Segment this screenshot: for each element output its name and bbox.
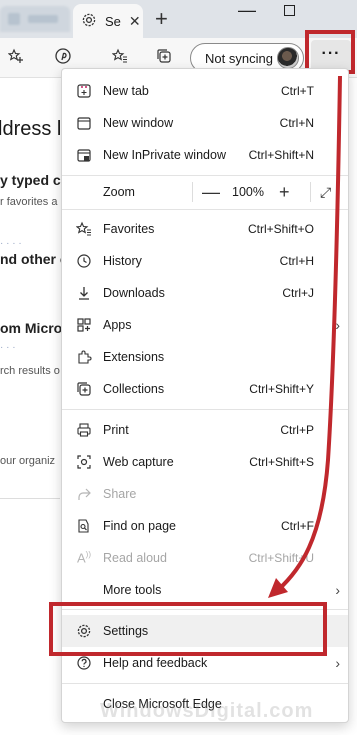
sync-label: Not syncing bbox=[205, 50, 273, 66]
inprivate-icon bbox=[75, 146, 93, 164]
menu-item-collections[interactable]: Collections Ctrl+Shift+Y bbox=[62, 373, 348, 405]
zoom-level: 100% bbox=[232, 185, 264, 199]
read-aloud-icon: A)) bbox=[77, 550, 91, 566]
watermark: WindowsDigital.com bbox=[100, 700, 314, 722]
pinterest-icon[interactable] bbox=[53, 48, 73, 68]
menu-item-share[interactable]: Share bbox=[62, 478, 348, 510]
tab-title: Se bbox=[105, 13, 121, 29]
help-icon bbox=[75, 654, 93, 672]
menu-shortcut: Ctrl+Shift+N bbox=[248, 148, 314, 162]
menu-item-favorites[interactable]: Favorites Ctrl+Shift+O bbox=[62, 213, 348, 245]
menu-shortcut: Ctrl+H bbox=[279, 254, 314, 268]
bg-line-6: our organiz bbox=[0, 455, 56, 467]
bg-heading: ldress l bbox=[0, 118, 62, 140]
menu-item-extensions[interactable]: Extensions bbox=[62, 341, 348, 373]
menu-label: Collections bbox=[103, 382, 165, 396]
share-icon bbox=[75, 485, 93, 503]
bg-faint-2: · · · bbox=[0, 342, 16, 353]
menu-shortcut: Ctrl+P bbox=[280, 423, 314, 437]
gear-icon bbox=[81, 12, 97, 31]
minimize-icon[interactable]: — bbox=[238, 0, 256, 21]
downloads-icon bbox=[75, 284, 93, 302]
menu-label: Help and feedback bbox=[103, 656, 208, 670]
bg-line-3: nd other c bbox=[0, 251, 68, 267]
menu-label: Zoom bbox=[103, 185, 135, 199]
favorites-icon bbox=[75, 220, 93, 238]
menu-shortcut: Ctrl+Shift+Y bbox=[249, 382, 314, 396]
menu-item-new-window[interactable]: New window Ctrl+N bbox=[62, 107, 348, 139]
menu-label: New window bbox=[103, 116, 174, 130]
chevron-right-icon: › bbox=[335, 582, 340, 598]
menu-item-new-inprivate-window[interactable]: New InPrivate window Ctrl+Shift+N bbox=[62, 139, 348, 171]
menu-shortcut: Ctrl+Shift+U bbox=[248, 551, 314, 565]
bg-line-2: r favorites a bbox=[0, 196, 58, 208]
menu-label: Apps bbox=[103, 318, 132, 332]
new-tab-plus-icon[interactable]: + bbox=[155, 8, 168, 30]
menu-label: History bbox=[103, 254, 142, 268]
menu-shortcut: Ctrl+T bbox=[281, 84, 314, 98]
menu-label: More tools bbox=[103, 583, 162, 597]
history-icon bbox=[75, 252, 93, 270]
menu-shortcut: Ctrl+F bbox=[281, 519, 314, 533]
new-window-icon bbox=[75, 114, 93, 132]
menu-label: Web capture bbox=[103, 455, 174, 469]
menu-shortcut: Ctrl+Shift+O bbox=[247, 222, 314, 236]
menu-divider bbox=[62, 409, 348, 410]
menu-item-new-tab[interactable]: New tab Ctrl+T bbox=[62, 75, 348, 107]
zoom-out-button[interactable]: — bbox=[202, 182, 220, 203]
fullscreen-icon[interactable]: ⤢ bbox=[320, 184, 331, 201]
collections-icon bbox=[75, 380, 93, 398]
apps-icon bbox=[75, 316, 93, 334]
bg-line-1: y typed ch bbox=[0, 172, 70, 188]
menu-shortcut: Ctrl+Shift+S bbox=[249, 455, 314, 469]
menu-item-print[interactable]: Print Ctrl+P bbox=[62, 414, 348, 446]
blurred-tab[interactable] bbox=[0, 6, 70, 32]
collections-icon[interactable] bbox=[154, 48, 174, 68]
menu-label: Extensions bbox=[103, 350, 165, 364]
menu-shortcut: Ctrl+J bbox=[282, 286, 314, 300]
menu-item-read-aloud[interactable]: A)) Read aloud Ctrl+Shift+U bbox=[62, 542, 348, 574]
menu-label: Read aloud bbox=[103, 551, 167, 565]
menu-label: Share bbox=[103, 487, 137, 501]
menu-item-history[interactable]: History Ctrl+H bbox=[62, 245, 348, 277]
favicon-icon bbox=[8, 13, 20, 25]
menu-label: Print bbox=[103, 423, 129, 437]
menu-item-downloads[interactable]: Downloads Ctrl+J bbox=[62, 277, 348, 309]
web-capture-icon bbox=[75, 453, 93, 471]
favorites-star-icon[interactable] bbox=[110, 48, 130, 68]
menu-item-apps[interactable]: Apps › bbox=[62, 309, 348, 341]
title-bar: Se ✕ + — bbox=[0, 0, 357, 38]
avatar bbox=[277, 47, 299, 69]
menu-label: Downloads bbox=[103, 286, 165, 300]
menu-divider bbox=[62, 683, 348, 684]
print-icon bbox=[75, 421, 93, 439]
menu-divider bbox=[62, 209, 348, 210]
bg-line-4: om Micro bbox=[0, 320, 63, 336]
menu-label: Favorites bbox=[103, 222, 155, 236]
chevron-right-icon: › bbox=[335, 655, 340, 671]
find-icon bbox=[75, 517, 93, 535]
bg-faint-1: · · · · bbox=[0, 238, 22, 249]
add-to-favorites-icon[interactable] bbox=[6, 48, 26, 68]
zoom-divider bbox=[310, 182, 311, 202]
bg-line-5: rch results o bbox=[0, 365, 60, 377]
new-tab-icon bbox=[75, 82, 93, 100]
chevron-right-icon: › bbox=[335, 317, 340, 333]
menu-label: New InPrivate window bbox=[103, 148, 226, 162]
menu-label: Find on page bbox=[103, 519, 176, 533]
bg-divider bbox=[0, 498, 60, 499]
active-tab[interactable]: Se ✕ bbox=[73, 4, 143, 38]
menu-label: New tab bbox=[103, 84, 149, 98]
menu-shortcut: Ctrl+N bbox=[279, 116, 314, 130]
blurred-tab-title bbox=[28, 15, 58, 23]
zoom-divider bbox=[192, 182, 193, 202]
settings-highlight-box bbox=[49, 602, 327, 656]
menu-item-find-on-page[interactable]: Find on page Ctrl+F bbox=[62, 510, 348, 542]
close-tab-icon[interactable]: ✕ bbox=[129, 13, 141, 30]
extensions-icon bbox=[75, 348, 93, 366]
zoom-in-button[interactable]: + bbox=[279, 182, 290, 203]
menu-item-web-capture[interactable]: Web capture Ctrl+Shift+S bbox=[62, 446, 348, 478]
menu-item-zoom: Zoom — 100% + ⤢ bbox=[62, 176, 348, 208]
maximize-icon[interactable] bbox=[284, 5, 295, 16]
